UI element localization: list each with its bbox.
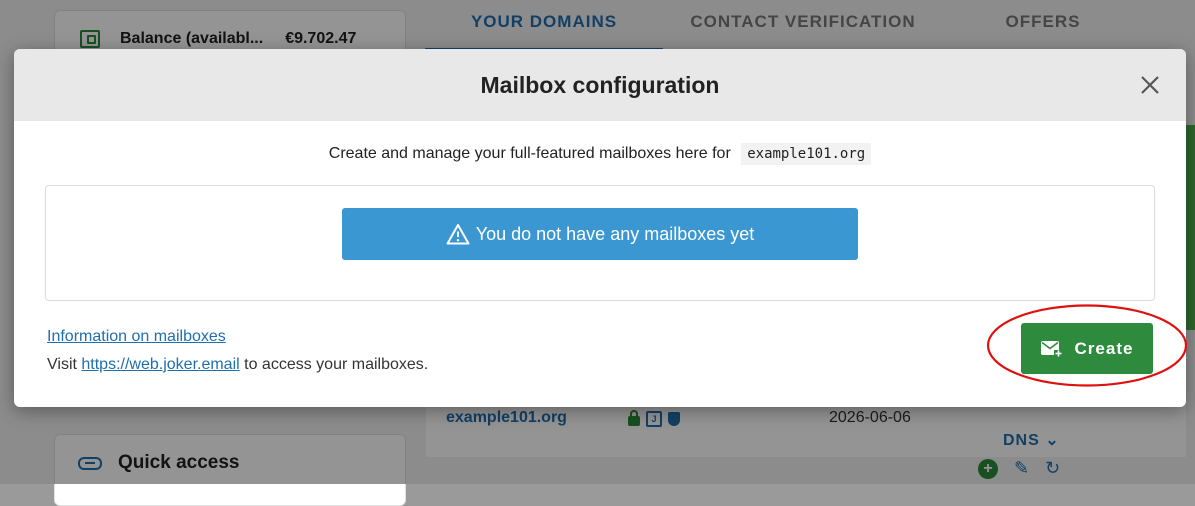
- warning-icon: [446, 224, 470, 245]
- close-button[interactable]: [1136, 71, 1164, 99]
- close-icon: [1141, 76, 1159, 94]
- visit-webmail-text: Visit https://web.joker.email to access …: [47, 356, 428, 374]
- info-mailboxes-link[interactable]: Information on mailboxes: [47, 328, 226, 346]
- empty-state-message: You do not have any mailboxes yet: [475, 223, 755, 244]
- intro-label: Create and manage your full-featured mai…: [328, 145, 731, 162]
- highlight-annotation: [986, 304, 1188, 387]
- intro-text: Create and manage your full-featured mai…: [14, 143, 1186, 165]
- dialog-title: Mailbox configuration: [480, 72, 720, 98]
- visit-suffix: to access your mailboxes.: [244, 356, 429, 373]
- dialog-header: Mailbox configuration: [14, 49, 1186, 121]
- domain-name-code: example101.org: [741, 143, 872, 165]
- visit-prefix: Visit: [47, 356, 77, 373]
- mailbox-list-panel: You do not have any mailboxes yet: [45, 185, 1155, 301]
- empty-state-alert: You do not have any mailboxes yet: [342, 208, 858, 260]
- webmail-link[interactable]: https://web.joker.email: [81, 356, 239, 373]
